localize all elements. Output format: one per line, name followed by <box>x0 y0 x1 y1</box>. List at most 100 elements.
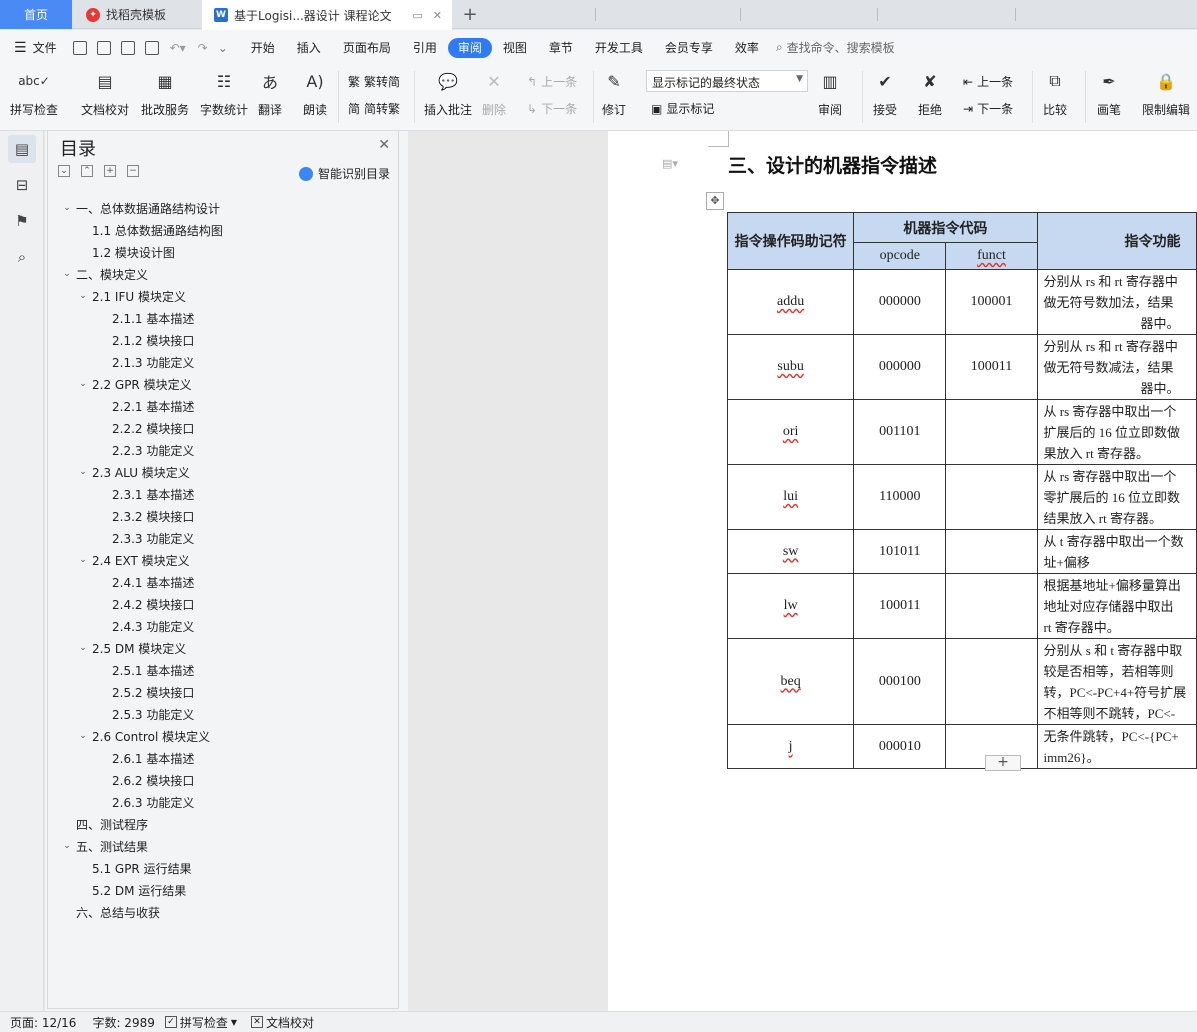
function-cell[interactable]: 分别从 s 和 t 寄存器中取 较是否相等，若相等则 转，PC<-PC+4+符号扩展… <box>1036 638 1197 725</box>
menu-start[interactable]: 开始 <box>240 38 286 58</box>
new-tab-button[interactable]: + <box>455 0 485 29</box>
toc-item[interactable]: ⌄ 2.1 IFU 模块定义 <box>56 285 391 307</box>
paragraph-menu-icon[interactable]: ▤▾ <box>662 157 678 170</box>
toc-item[interactable]: 1.1 总体数据通路结构图 <box>56 219 391 241</box>
chevron-down-icon[interactable]: ⌄ <box>76 467 90 477</box>
find-icon[interactable]: ⌕ <box>8 243 36 271</box>
function-cell[interactable]: 分别从 rs 和 rt 寄存器中 做无符号数减法，结果 器中。 <box>1036 334 1197 400</box>
function-cell[interactable]: 从 rs 寄存器中取出一个 扩展后的 16 位立即数做 果放入 rt 寄存器。 <box>1036 399 1197 465</box>
toc-item[interactable]: 四、测试程序 <box>56 813 391 835</box>
insert-comment-button[interactable]: 💬 插入批注 <box>424 69 472 118</box>
chevron-down-icon[interactable]: ⌄ <box>60 269 74 279</box>
status-spell-check[interactable]: ✓ 拼写检查 ▼ <box>164 1014 237 1031</box>
tab-close-icon[interactable]: ✕ <box>433 9 442 22</box>
simp-to-trad-button[interactable]: 简简转繁 <box>348 100 400 117</box>
menu-efficiency[interactable]: 效率 <box>724 38 770 58</box>
toc-item[interactable]: 2.2.1 基本描述 <box>56 395 391 417</box>
toc-item[interactable]: ⌄ 五、测试结果 <box>56 835 391 857</box>
opcode-cell[interactable]: 000010 <box>853 724 947 769</box>
save-icon[interactable] <box>72 40 87 55</box>
add-row-button[interactable]: + <box>985 755 1021 771</box>
function-cell[interactable]: 根据基地址+偏移量算出 地址对应存储器中取出 rt 寄存器中。 <box>1036 573 1197 639</box>
collapse-all-icon[interactable]: ⌃ <box>81 165 93 177</box>
toc-item[interactable]: 2.5.2 模块接口 <box>56 681 391 703</box>
delete-comment-button[interactable]: ✕ 删除 <box>482 69 506 118</box>
opcode-cell[interactable]: 000100 <box>853 638 947 725</box>
toc-item[interactable]: 5.1 GPR 运行结果 <box>56 857 391 879</box>
word-count-button[interactable]: ☷ 字数统计 <box>200 69 248 118</box>
toc-item[interactable]: 2.1.2 模块接口 <box>56 329 391 351</box>
opcode-cell[interactable]: 100011 <box>853 573 947 639</box>
track-changes-button[interactable]: ✎ 修订 <box>602 69 626 118</box>
undo-icon[interactable]: ↶▾ <box>170 41 186 55</box>
menu-membership[interactable]: 会员专享 <box>654 38 724 58</box>
add-heading-icon[interactable]: + <box>104 165 116 177</box>
expand-all-icon[interactable]: ⌄ <box>58 165 70 177</box>
review-pane-button[interactable]: ▥ 审阅 <box>818 69 842 118</box>
toc-item[interactable]: 2.5.3 功能定义 <box>56 703 391 725</box>
funct-cell[interactable]: 100011 <box>945 334 1038 400</box>
translate-button[interactable]: あ翻译 <box>258 69 282 118</box>
toc-item[interactable]: 2.2.2 模块接口 <box>56 417 391 439</box>
customize-quick-access-icon[interactable]: ⌄ <box>218 41 228 55</box>
remove-heading-icon[interactable]: − <box>127 165 139 177</box>
chevron-down-icon[interactable]: ⌄ <box>76 643 90 653</box>
toc-item[interactable]: 2.5.1 基本描述 <box>56 659 391 681</box>
toc-item[interactable]: 2.4.2 模块接口 <box>56 593 391 615</box>
chapter-nav-icon[interactable]: ⊟ <box>8 171 36 199</box>
bookmark-icon[interactable]: ⚑ <box>8 207 36 235</box>
opcode-cell[interactable]: 001101 <box>853 399 947 465</box>
chevron-down-icon[interactable]: ⌄ <box>76 379 90 389</box>
funct-cell[interactable] <box>945 399 1038 465</box>
tab-template[interactable]: ✦ 找稻壳模板 <box>74 0 200 29</box>
funct-cell[interactable] <box>945 529 1038 574</box>
toc-item[interactable]: ⌄ 2.5 DM 模块定义 <box>56 637 391 659</box>
toc-item[interactable]: ⌄ 2.4 EXT 模块定义 <box>56 549 391 571</box>
table-cell[interactable]: beq <box>726 638 855 725</box>
toc-item[interactable]: 六、总结与收获 <box>56 901 391 923</box>
word-count-indicator[interactable]: 字数: 2989 <box>92 1014 154 1031</box>
reject-button[interactable]: ✘ 拒绝 <box>918 69 942 118</box>
toc-item[interactable]: 2.6.3 功能定义 <box>56 791 391 813</box>
restrict-editing-button[interactable]: 🔒 限制编辑 <box>1142 69 1190 118</box>
menu-page-layout[interactable]: 页面布局 <box>332 38 402 58</box>
read-aloud-button[interactable]: A) 朗读 <box>303 69 327 118</box>
toc-item[interactable]: ⌄ 一、总体数据通路结构设计 <box>56 197 391 219</box>
command-search[interactable]: ⌕ 查找命令、搜索模板 <box>776 39 895 56</box>
status-doc-proofread[interactable]: ✕ 文档校对 <box>251 1014 314 1031</box>
toc-item[interactable]: 2.3.3 功能定义 <box>56 527 391 549</box>
accept-button[interactable]: ✔ 接受 <box>873 69 897 118</box>
tab-pin-icon[interactable]: ▭ <box>412 9 422 22</box>
menu-developer[interactable]: 开发工具 <box>584 38 654 58</box>
toc-item[interactable]: 2.3.1 基本描述 <box>56 483 391 505</box>
trad-to-simp-button[interactable]: 繁繁转简 <box>348 73 400 90</box>
funct-cell[interactable]: 100001 <box>945 269 1038 335</box>
menu-view[interactable]: 视图 <box>492 38 538 58</box>
table-cell[interactable]: subu <box>726 334 855 400</box>
opcode-cell[interactable]: 000000 <box>853 269 947 335</box>
doc-proofread-button[interactable]: ▤ 文档校对 <box>81 69 129 118</box>
menu-chapter[interactable]: 章节 <box>538 38 584 58</box>
table-cell[interactable]: lw <box>726 573 855 639</box>
close-icon[interactable]: ✕ <box>378 137 390 153</box>
menu-review[interactable]: 审阅 <box>447 37 492 58</box>
opcode-cell[interactable]: 101011 <box>853 529 947 574</box>
function-cell[interactable]: 从 rs 寄存器中取出一个 零扩展后的 16 位立即数 结果放入 rt 寄存器。 <box>1036 464 1197 530</box>
function-cell[interactable]: 分别从 rs 和 rt 寄存器中 做无符号数加法，结果 器中。 <box>1036 269 1197 335</box>
toc-item[interactable]: ⌄ 二、模块定义 <box>56 263 391 285</box>
compare-button[interactable]: ⧉ 比较 <box>1043 69 1067 118</box>
chevron-down-icon[interactable]: ⌄ <box>60 841 74 851</box>
chevron-down-icon[interactable]: ⌄ <box>60 203 74 213</box>
print-preview-icon[interactable] <box>144 40 159 55</box>
opcode-cell[interactable]: 000000 <box>853 334 947 400</box>
menu-references[interactable]: 引用 <box>402 38 448 58</box>
toc-item[interactable]: ⌄ 2.3 ALU 模块定义 <box>56 461 391 483</box>
toc-item[interactable]: ⌄ 2.6 Control 模块定义 <box>56 725 391 747</box>
spell-check-button[interactable]: abc✓ 拼写检查 <box>10 69 58 118</box>
revise-service-button[interactable]: ▦ 批改服务 <box>141 69 189 118</box>
toc-item[interactable]: 2.2.3 功能定义 <box>56 439 391 461</box>
chevron-down-icon[interactable]: ⌄ <box>76 555 90 565</box>
menu-insert[interactable]: 插入 <box>286 38 332 58</box>
table-cell[interactable]: ori <box>726 399 855 465</box>
opcode-cell[interactable]: 110000 <box>853 464 947 530</box>
